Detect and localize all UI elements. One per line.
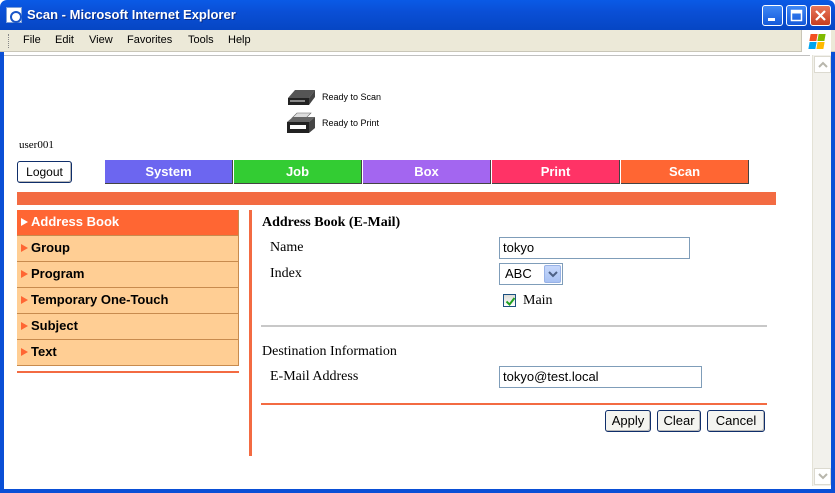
main-checkbox[interactable] bbox=[503, 294, 516, 307]
tab-system[interactable]: System bbox=[105, 160, 233, 184]
destination-title: Destination Information bbox=[262, 344, 397, 359]
tab-print[interactable]: Print bbox=[492, 160, 620, 184]
cancel-button[interactable]: Cancel bbox=[707, 410, 765, 432]
sidebar-item-temporary-one-touch[interactable]: Temporary One-Touch bbox=[17, 288, 239, 314]
scanner-icon bbox=[285, 86, 317, 108]
form-title: Address Book (E-Mail) bbox=[262, 215, 401, 230]
menu-view[interactable]: View bbox=[89, 34, 113, 46]
arrow-down-icon bbox=[818, 473, 828, 480]
menu-file[interactable]: File bbox=[23, 34, 41, 46]
sidebar-item-label: Group bbox=[31, 240, 70, 255]
ie-icon bbox=[6, 7, 22, 23]
vertical-scrollbar[interactable] bbox=[812, 55, 831, 486]
clear-button[interactable]: Clear bbox=[657, 410, 701, 432]
printer-status: Ready to Print bbox=[285, 112, 379, 134]
dropdown-button[interactable] bbox=[544, 265, 561, 283]
index-selected-value: ABC bbox=[505, 266, 532, 281]
email-input[interactable]: tokyo@test.local bbox=[499, 366, 702, 388]
name-label: Name bbox=[270, 240, 304, 255]
form-bottom-divider bbox=[261, 403, 767, 405]
triangle-right-icon bbox=[21, 244, 28, 252]
section-divider bbox=[261, 325, 767, 327]
logout-button[interactable]: Logout bbox=[17, 161, 72, 183]
apply-button[interactable]: Apply bbox=[605, 410, 651, 432]
index-select[interactable]: ABC bbox=[499, 263, 563, 285]
sidebar-item-label: Temporary One-Touch bbox=[31, 292, 169, 307]
triangle-right-icon bbox=[21, 218, 28, 226]
scan-status-text: Ready to Scan bbox=[322, 92, 382, 102]
minimize-icon bbox=[768, 18, 775, 21]
sidebar-item-text[interactable]: Text bbox=[17, 340, 239, 366]
sidebar-item-group[interactable]: Group bbox=[17, 236, 239, 262]
email-label: E-Mail Address bbox=[270, 369, 359, 384]
tab-job[interactable]: Job bbox=[234, 160, 362, 184]
sidebar-item-label: Subject bbox=[31, 318, 78, 333]
triangle-right-icon bbox=[21, 270, 28, 278]
sidebar-item-subject[interactable]: Subject bbox=[17, 314, 239, 340]
tab-box[interactable]: Box bbox=[363, 160, 491, 184]
triangle-right-icon bbox=[21, 348, 28, 356]
maximize-icon bbox=[790, 9, 803, 22]
menu-edit[interactable]: Edit bbox=[55, 34, 74, 46]
sidebar-item-address-book[interactable]: Address Book bbox=[17, 210, 239, 236]
main-checkbox-label: Main bbox=[523, 293, 553, 308]
menu-tools[interactable]: Tools bbox=[188, 34, 214, 46]
triangle-right-icon bbox=[21, 296, 28, 304]
toolbar-grip[interactable] bbox=[8, 34, 10, 48]
checkmark-icon bbox=[505, 297, 516, 307]
sidebar-item-label: Text bbox=[31, 344, 57, 359]
printer-icon bbox=[285, 112, 317, 134]
menu-help[interactable]: Help bbox=[228, 34, 251, 46]
sidebar: Address Book Group Program Temporary One… bbox=[17, 210, 239, 366]
index-label: Index bbox=[270, 266, 302, 281]
sidebar-divider bbox=[17, 371, 239, 373]
scroll-up-button[interactable] bbox=[814, 56, 831, 73]
menu-favorites[interactable]: Favorites bbox=[127, 34, 172, 46]
sidebar-item-label: Address Book bbox=[31, 214, 120, 229]
tab-scan[interactable]: Scan bbox=[621, 160, 749, 184]
title-bar[interactable]: Scan - Microsoft Internet Explorer bbox=[0, 0, 835, 30]
triangle-right-icon bbox=[21, 322, 28, 330]
sidebar-item-label: Program bbox=[31, 266, 85, 281]
window-title: Scan - Microsoft Internet Explorer bbox=[27, 7, 236, 22]
close-button[interactable] bbox=[810, 5, 831, 26]
windows-logo-icon bbox=[801, 30, 831, 52]
arrow-up-icon bbox=[818, 61, 828, 68]
minimize-button[interactable] bbox=[762, 5, 783, 26]
content-divider bbox=[249, 210, 252, 456]
print-status-text: Ready to Print bbox=[322, 118, 380, 128]
username: user001 bbox=[19, 139, 54, 151]
header-accent-bar bbox=[17, 192, 776, 205]
menu-bar: File Edit View Favorites Tools Help bbox=[0, 30, 835, 52]
scanner-status: Ready to Scan bbox=[285, 86, 381, 108]
chevron-down-icon bbox=[548, 271, 558, 278]
close-icon bbox=[815, 10, 826, 21]
scroll-down-button[interactable] bbox=[814, 468, 831, 485]
sidebar-item-program[interactable]: Program bbox=[17, 262, 239, 288]
name-input[interactable]: tokyo bbox=[499, 237, 690, 259]
maximize-button[interactable] bbox=[786, 5, 807, 26]
